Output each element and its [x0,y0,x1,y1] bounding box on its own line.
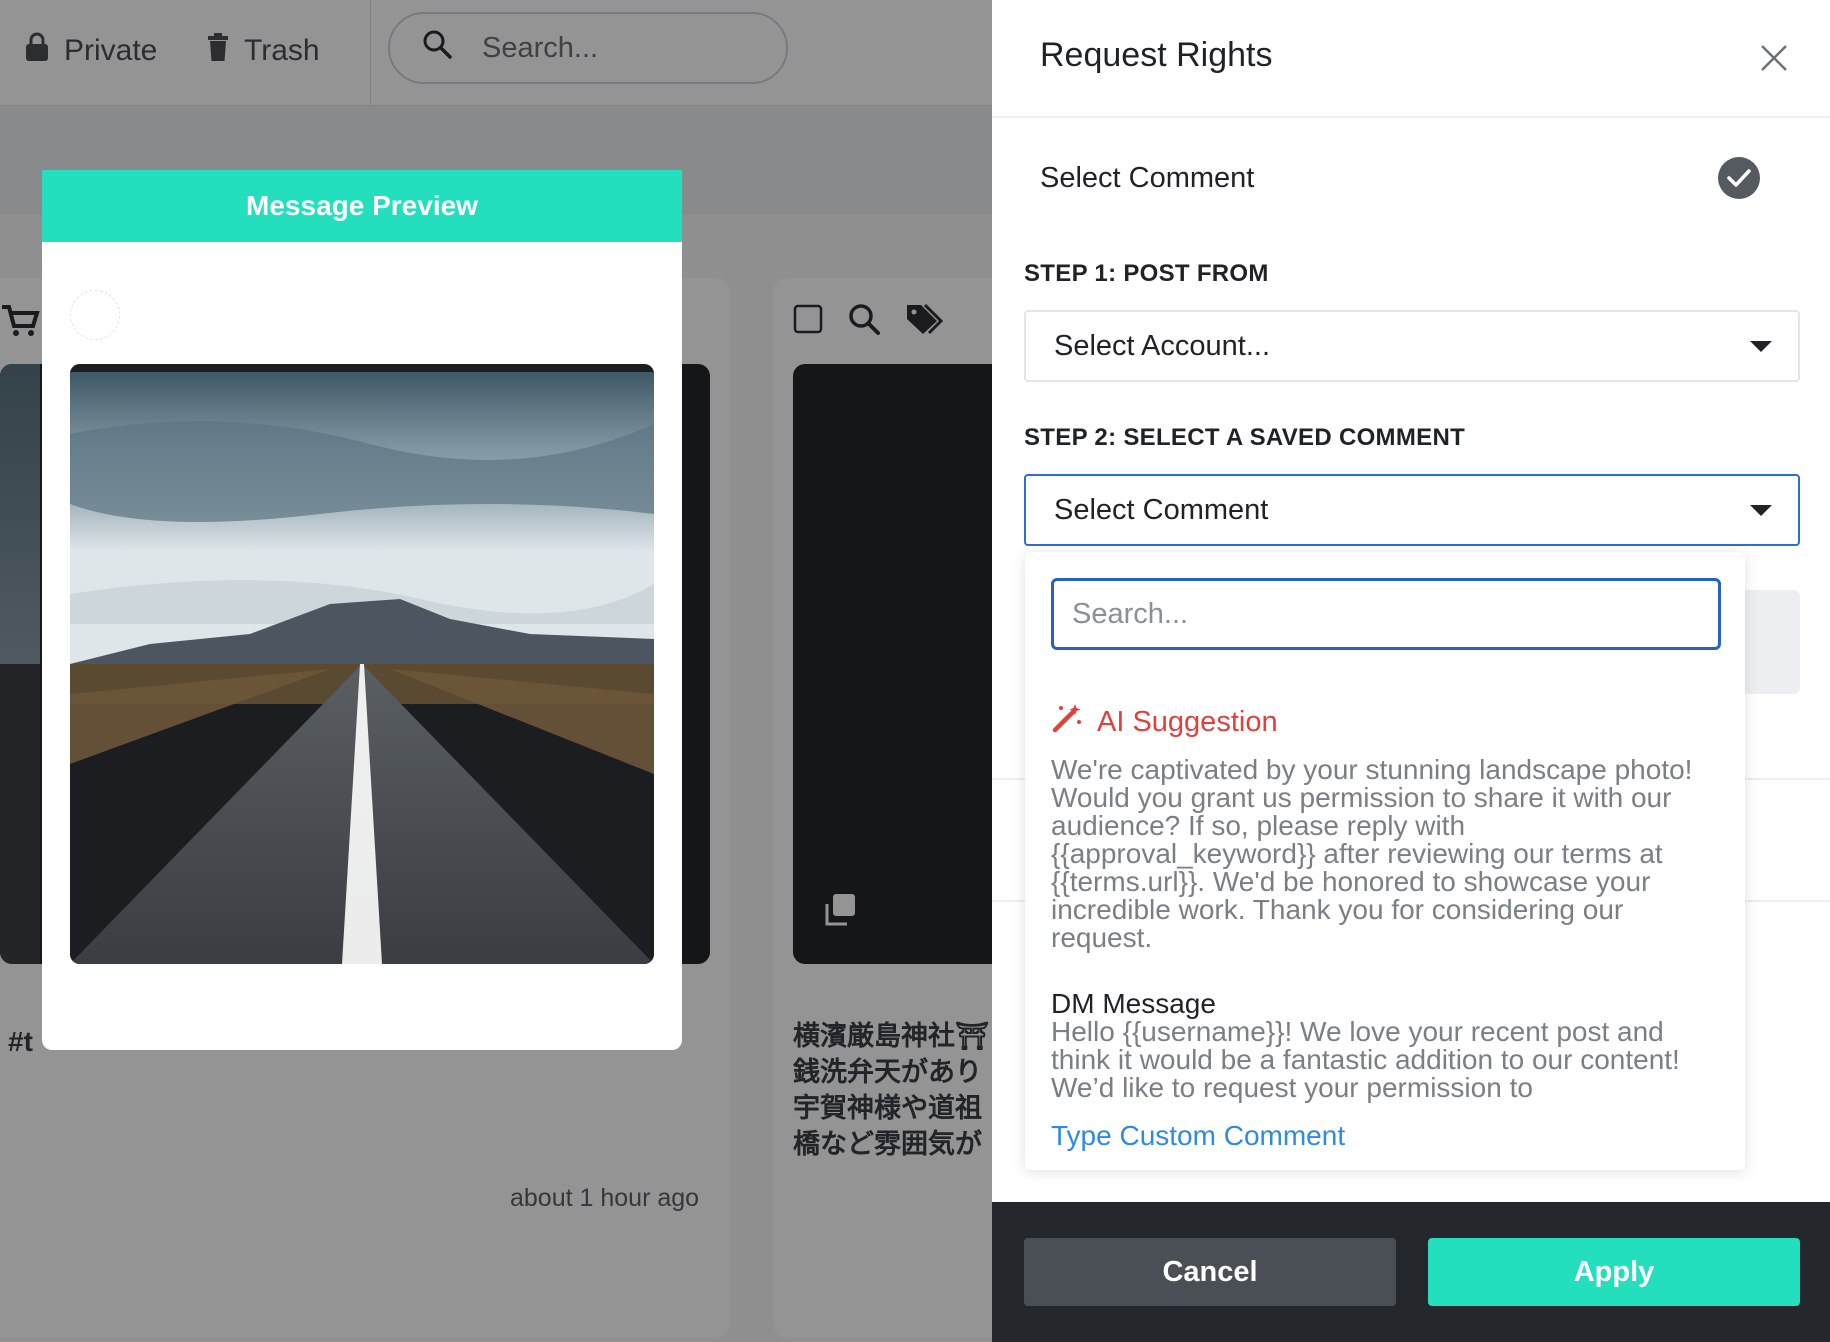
drawer-footer: Cancel Apply [992,1202,1830,1342]
comment-search-input[interactable] [1051,578,1721,650]
preview-photo [70,364,654,964]
check-icon [1718,157,1760,199]
step2-label: STEP 2: SELECT A SAVED COMMENT [1024,424,1466,451]
select-comment-label: Select Comment [1040,161,1255,194]
cancel-button[interactable]: Cancel [1024,1238,1396,1306]
ai-suggestion-title: AI Suggestion [1097,705,1278,738]
message-preview-title: Message Preview [42,170,682,242]
account-select[interactable]: Select Account... [1024,310,1800,382]
account-select-value: Select Account... [1054,329,1271,362]
close-icon [1760,44,1788,77]
close-button[interactable] [1752,38,1796,82]
drawer-title: Request Rights [1040,36,1273,74]
caret-down-icon [1750,504,1772,516]
dm-message-option[interactable]: Hello {{username}}! We love your recent … [1051,1018,1721,1104]
avatar [70,290,120,340]
comment-select[interactable]: Select Comment [1024,474,1800,546]
type-custom-comment-link[interactable]: Type Custom Comment [1051,1120,1345,1152]
comment-dropdown-menu: AI Suggestion We're captivated by your s… [1025,552,1745,1170]
ai-suggestion-option[interactable]: We're captivated by your stunning landsc… [1051,756,1721,952]
magic-wand-icon [1051,702,1083,742]
message-preview-panel: Message Preview [42,170,682,1050]
drawer-header: Request Rights [992,0,1830,118]
step1-label: STEP 1: POST FROM [1024,260,1269,287]
request-rights-drawer: Request Rights Select Comment STEP 1: PO… [992,0,1830,1342]
comment-select-value: Select Comment [1054,493,1269,526]
select-comment-option[interactable]: Select Comment [1040,156,1760,200]
ai-suggestion-header: AI Suggestion [1051,702,1278,742]
dm-message-title: DM Message [1051,988,1216,1019]
apply-button[interactable]: Apply [1428,1238,1800,1306]
caret-down-icon [1750,340,1772,352]
